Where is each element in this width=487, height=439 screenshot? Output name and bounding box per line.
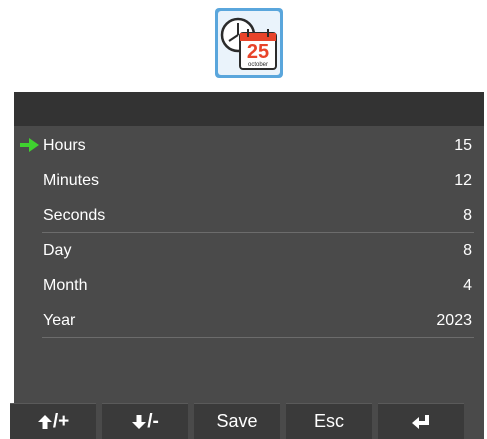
esc-button[interactable]: Esc [286, 403, 372, 439]
row-label: Month [43, 277, 88, 294]
calendar-month: october [248, 62, 268, 68]
up-plus-label: /+ [52, 410, 70, 432]
arrow-down-icon [132, 414, 147, 429]
row-label: Seconds [43, 207, 106, 224]
device-screen: Hours 15 Minutes 12 Seconds 8 Day 8 Mont… [14, 92, 484, 439]
row-value: 4 [463, 277, 472, 294]
row-year[interactable]: Year 2023 [14, 303, 484, 338]
app-icon: 25 october [215, 8, 283, 78]
enter-icon [412, 414, 429, 429]
selection-arrow-icon [20, 138, 39, 152]
down-minus-button[interactable]: /- [102, 403, 188, 439]
row-month[interactable]: Month 4 [14, 268, 484, 303]
row-value: 15 [454, 137, 472, 154]
row-hours[interactable]: Hours 15 [14, 128, 484, 163]
row-minutes[interactable]: Minutes 12 [14, 163, 484, 198]
enter-button[interactable] [378, 403, 464, 439]
softkey-bar: /+ /- Save Esc [10, 403, 487, 439]
up-plus-button[interactable]: /+ [10, 403, 96, 439]
save-label: Save [216, 411, 258, 431]
row-value: 8 [463, 207, 472, 224]
arrow-up-icon [37, 414, 52, 429]
row-value: 2023 [436, 312, 472, 329]
row-label: Minutes [43, 172, 100, 189]
row-label: Hours [43, 137, 86, 154]
row-value: 8 [463, 242, 472, 259]
clock-calendar-icon: 25 october [220, 17, 277, 70]
separator [42, 337, 474, 338]
row-label: Year [43, 312, 76, 329]
calendar-day: 25 [247, 41, 269, 63]
esc-label: Esc [313, 411, 344, 431]
title-bar [14, 92, 484, 126]
settings-list: Hours 15 Minutes 12 Seconds 8 Day 8 Mont… [14, 128, 484, 338]
save-button[interactable]: Save [194, 403, 280, 439]
down-minus-label: /- [147, 410, 159, 432]
row-day[interactable]: Day 8 [14, 233, 484, 268]
row-value: 12 [454, 172, 472, 189]
row-label: Day [43, 242, 72, 259]
row-seconds[interactable]: Seconds 8 [14, 198, 484, 233]
separator [42, 232, 474, 233]
